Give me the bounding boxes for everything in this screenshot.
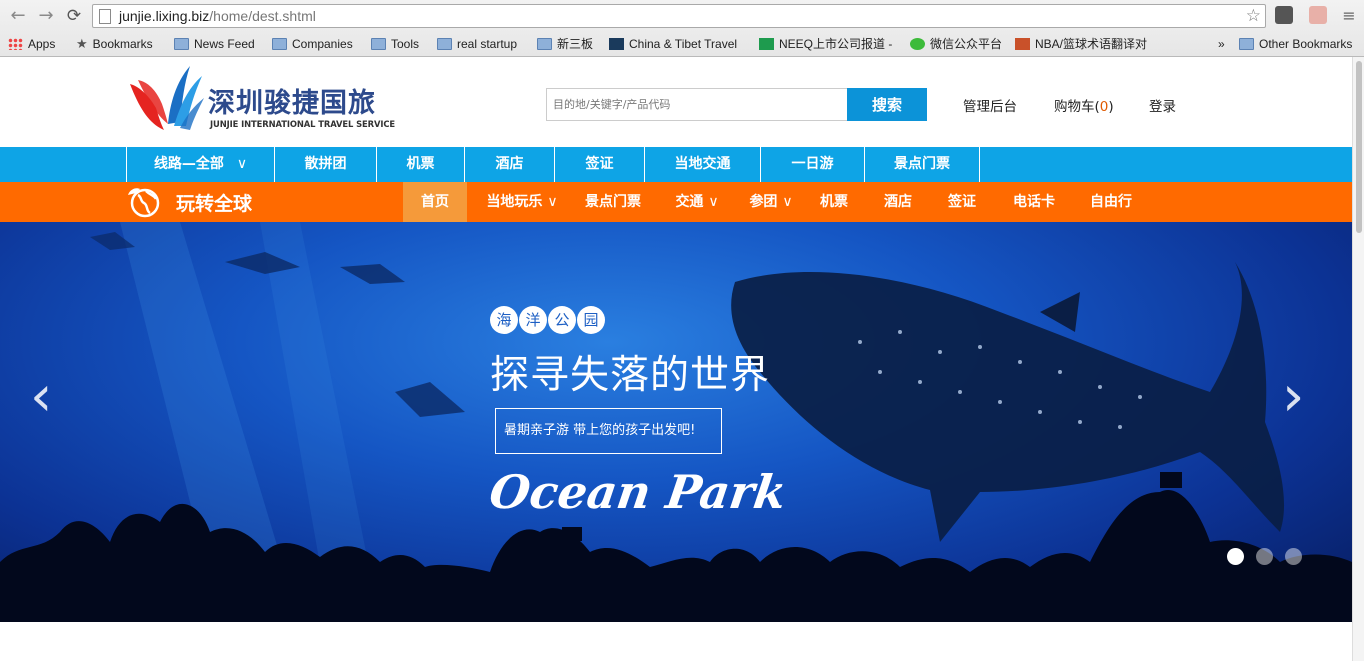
folder-icon [272, 38, 287, 50]
bookmark-companies[interactable]: Companies [272, 36, 353, 52]
address-bar[interactable]: junjie.lixing.biz/home/dest.shtml ☆ [92, 4, 1266, 28]
carousel-dot[interactable] [1227, 548, 1244, 565]
forward-icon[interactable]: → [35, 5, 57, 27]
onav-home[interactable]: 首页 [403, 182, 467, 222]
browser-toolbar: ← → ⟳ junjie.lixing.biz/home/dest.shtml … [0, 0, 1364, 32]
folder-icon [437, 38, 452, 50]
bookmark-wechat[interactable]: 微信公众平台 [910, 36, 1002, 52]
bookmark-real-startup[interactable]: real startup [437, 36, 517, 52]
onav-hotels[interactable]: 酒店 [876, 182, 920, 222]
onav-flights[interactable]: 机票 [812, 182, 856, 222]
apps-grid-icon [8, 38, 23, 50]
page-icon [99, 9, 111, 24]
bookmark-nba[interactable]: NBA/篮球术语翻译对 [1015, 36, 1147, 52]
bookmark-xinsanban[interactable]: 新三板 [537, 36, 593, 52]
menu-icon[interactable]: ≡ [1338, 5, 1360, 27]
onav-sim-card[interactable]: 电话卡 [1006, 182, 1062, 222]
extension-profile-icon[interactable] [1309, 6, 1327, 24]
bookmark-star-icon[interactable]: ☆ [1246, 6, 1261, 26]
carousel-dot[interactable] [1285, 548, 1302, 565]
wechat-icon [910, 38, 925, 50]
chevron-down-icon: ∨ [236, 156, 248, 172]
logo-chinese-name: 深圳骏捷国旅 [208, 88, 376, 119]
bookmark-tools[interactable]: Tools [371, 36, 419, 52]
chevron-down-icon: ∨ [782, 194, 793, 210]
scrollbar-thumb[interactable] [1356, 61, 1362, 233]
bookmarks-overflow[interactable]: » [1218, 36, 1225, 52]
banner-tag-char: 公 [548, 306, 576, 334]
page-scrollbar[interactable] [1352, 57, 1364, 661]
folder-icon [371, 38, 386, 50]
reload-icon[interactable]: ⟳ [63, 5, 85, 27]
main-category-nav: 线路—全部 ∨ 散拼团 机票 酒店 签证 当地交通 一日游 景点门票 [0, 147, 1352, 182]
bookmarks-bar: Apps ★ Bookmarks News Feed Companies Tool… [0, 32, 1364, 56]
browser-chrome: ← → ⟳ junjie.lixing.biz/home/dest.shtml … [0, 0, 1364, 57]
banner-subline: 暑期亲子游 带上您的孩子出发吧! [495, 408, 722, 454]
carousel-prev-arrow-icon[interactable]: ‹ [30, 367, 52, 427]
search-button[interactable]: 搜索 [847, 88, 927, 121]
url-text[interactable]: junjie.lixing.biz/home/dest.shtml [119, 8, 316, 24]
banner-headline: 探寻失落的世界 [490, 353, 771, 398]
nav-local-transport[interactable]: 当地交通 [644, 147, 760, 182]
sheet-icon [759, 38, 774, 50]
bookmark-news-feed[interactable]: News Feed [174, 36, 255, 52]
carousel-next-arrow-icon[interactable]: › [1282, 367, 1304, 427]
onav-join-tour[interactable]: 参团 ∨ [741, 182, 801, 222]
logo-wing-icon [130, 66, 204, 130]
bookmark-neeq[interactable]: NEEQ上市公司报道 - [759, 36, 892, 52]
star-icon: ★ [76, 36, 88, 51]
nav-group-tour[interactable]: 散拼团 [274, 147, 376, 182]
banner-tag-char: 海 [490, 306, 518, 334]
carousel-dot[interactable] [1256, 548, 1273, 565]
onav-transport[interactable]: 交通 ∨ [667, 182, 727, 222]
site-favicon-icon [1015, 38, 1030, 50]
site-favicon-icon [609, 38, 624, 50]
banner-tag-char: 园 [577, 306, 605, 334]
folder-icon [1239, 38, 1254, 50]
nav-hotels[interactable]: 酒店 [464, 147, 554, 182]
back-icon[interactable]: ← [7, 5, 29, 27]
nav-day-trips[interactable]: 一日游 [760, 147, 864, 182]
onav-visa[interactable]: 签证 [940, 182, 984, 222]
folder-icon [537, 38, 552, 50]
nav-flights[interactable]: 机票 [376, 147, 464, 182]
bookmark-china-tibet[interactable]: China & Tibet Travel [609, 36, 737, 52]
onav-attraction-tickets[interactable]: 景点门票 [577, 182, 649, 222]
site-logo[interactable]: 深圳骏捷国旅 JUNJIE INTERNATIONAL TRAVEL SERVI… [128, 64, 395, 134]
bookmark-other[interactable]: Other Bookmarks [1239, 36, 1352, 52]
site-page: 深圳骏捷国旅 JUNJIE INTERNATIONAL TRAVEL SERVI… [0, 57, 1352, 661]
chevron-down-icon: ∨ [547, 194, 558, 210]
hero-carousel[interactable]: 海 洋 公 园 探寻失落的世界 暑期亲子游 带上您的孩子出发吧! Ocean P… [0, 222, 1352, 622]
bookmark-bookmarks[interactable]: ★ Bookmarks [76, 36, 153, 52]
chevron-down-icon: ∨ [708, 194, 719, 210]
banner-tag-char: 洋 [519, 306, 547, 334]
logo-english-name: JUNJIE INTERNATIONAL TRAVEL SERVICE [210, 119, 396, 129]
nav-all-routes[interactable]: 线路—全部 ∨ [126, 147, 274, 182]
onav-local-fun[interactable]: 当地玩乐 ∨ [477, 182, 567, 222]
login-link[interactable]: 登录 [1149, 95, 1176, 115]
admin-link[interactable]: 管理后台 [963, 95, 1017, 115]
nav-brand-title: 玩转全球 [176, 193, 253, 215]
banner-script-title: Ocean Park [486, 465, 790, 519]
globe-icon [128, 188, 160, 218]
nav-visa[interactable]: 签证 [554, 147, 644, 182]
extension-puzzle-icon[interactable] [1275, 6, 1293, 24]
search-input[interactable] [546, 88, 847, 121]
nav-attraction-tickets[interactable]: 景点门票 [864, 147, 980, 182]
global-play-nav: 玩转全球 首页 当地玩乐 ∨ 景点门票 交通 ∨ 参团 ∨ 机票 酒店 签证 电… [0, 182, 1352, 222]
cart-link[interactable]: 购物车(0) [1054, 95, 1114, 115]
folder-icon [174, 38, 189, 50]
onav-independent-travel[interactable]: 自由行 [1083, 182, 1139, 222]
bookmark-apps[interactable]: Apps [8, 36, 55, 52]
